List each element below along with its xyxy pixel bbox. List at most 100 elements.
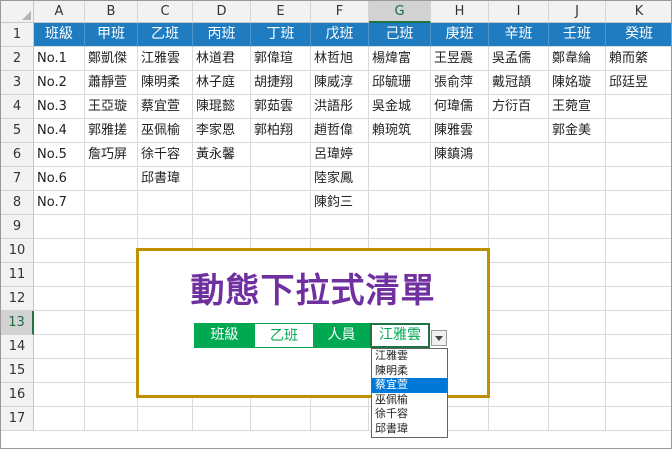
empty-cell[interactable] bbox=[85, 239, 138, 263]
empty-cell[interactable] bbox=[489, 311, 549, 335]
empty-cell[interactable] bbox=[606, 335, 671, 359]
table-cell[interactable]: 邱毓珊 bbox=[369, 71, 431, 95]
empty-cell[interactable] bbox=[606, 383, 671, 407]
table-cell[interactable] bbox=[549, 191, 606, 215]
row-header-3[interactable]: 3 bbox=[1, 71, 34, 95]
empty-cell[interactable] bbox=[85, 311, 138, 335]
table-cell[interactable] bbox=[431, 167, 489, 191]
table-cell[interactable] bbox=[193, 167, 251, 191]
table-cell[interactable]: 林道君 bbox=[193, 47, 251, 71]
table-header-cell[interactable]: 丙班 bbox=[193, 23, 251, 47]
table-cell[interactable]: 何瑋儒 bbox=[431, 95, 489, 119]
empty-cell[interactable] bbox=[606, 407, 671, 431]
empty-cell[interactable] bbox=[606, 311, 671, 335]
table-cell[interactable]: 陳雅雲 bbox=[431, 119, 489, 143]
dropdown-list[interactable]: 江雅雲 陳明柔 蔡宜萱 巫佩榆 徐千容 邱書瑋 bbox=[371, 348, 448, 438]
empty-cell[interactable] bbox=[138, 407, 193, 431]
table-cell[interactable]: 陳鈞三 bbox=[311, 191, 369, 215]
table-cell[interactable]: No.1 bbox=[34, 47, 85, 71]
empty-cell[interactable] bbox=[549, 215, 606, 239]
row-header-15[interactable]: 15 bbox=[1, 359, 34, 383]
empty-cell[interactable] bbox=[193, 407, 251, 431]
table-cell[interactable]: 陳琨懿 bbox=[193, 95, 251, 119]
table-cell[interactable]: 吳金城 bbox=[369, 95, 431, 119]
empty-cell[interactable] bbox=[549, 239, 606, 263]
empty-cell[interactable] bbox=[489, 215, 549, 239]
table-cell[interactable]: No.2 bbox=[34, 71, 85, 95]
empty-cell[interactable] bbox=[85, 287, 138, 311]
row-header-13[interactable]: 13 bbox=[1, 311, 34, 335]
table-cell[interactable]: 邱書瑋 bbox=[138, 167, 193, 191]
table-cell[interactable]: 詹巧屏 bbox=[85, 143, 138, 167]
empty-cell[interactable] bbox=[549, 335, 606, 359]
table-cell[interactable] bbox=[193, 191, 251, 215]
empty-cell[interactable] bbox=[489, 263, 549, 287]
empty-cell[interactable] bbox=[549, 359, 606, 383]
table-cell[interactable]: 李家恩 bbox=[193, 119, 251, 143]
empty-cell[interactable] bbox=[85, 335, 138, 359]
table-cell[interactable]: No.3 bbox=[34, 95, 85, 119]
table-cell[interactable]: 黃永馨 bbox=[193, 143, 251, 167]
table-cell[interactable] bbox=[138, 191, 193, 215]
table-cell[interactable] bbox=[251, 191, 311, 215]
empty-cell[interactable] bbox=[34, 311, 85, 335]
empty-cell[interactable] bbox=[606, 359, 671, 383]
column-header-i[interactable]: I bbox=[489, 1, 549, 23]
row-header-9[interactable]: 9 bbox=[1, 215, 34, 239]
table-cell[interactable]: 陳鎮鴻 bbox=[431, 143, 489, 167]
table-cell[interactable] bbox=[251, 143, 311, 167]
empty-cell[interactable] bbox=[34, 287, 85, 311]
table-cell[interactable]: 陳姳璇 bbox=[549, 71, 606, 95]
table-cell[interactable] bbox=[369, 143, 431, 167]
empty-cell[interactable] bbox=[606, 263, 671, 287]
dropdown-option[interactable]: 江雅雲 bbox=[372, 349, 447, 364]
empty-cell[interactable] bbox=[34, 215, 85, 239]
class-value-cell[interactable]: 乙班 bbox=[255, 323, 313, 348]
row-header-12[interactable]: 12 bbox=[1, 287, 34, 311]
table-cell[interactable]: 郭金美 bbox=[549, 119, 606, 143]
row-header-17[interactable]: 17 bbox=[1, 407, 34, 431]
table-header-cell[interactable]: 乙班 bbox=[138, 23, 193, 47]
table-cell[interactable]: 胡捷翔 bbox=[251, 71, 311, 95]
empty-cell[interactable] bbox=[138, 215, 193, 239]
column-header-c[interactable]: C bbox=[138, 1, 193, 23]
table-cell[interactable]: 郭偉瑄 bbox=[251, 47, 311, 71]
table-header-cell[interactable]: 壬班 bbox=[549, 23, 606, 47]
table-cell[interactable]: 趙哲偉 bbox=[311, 119, 369, 143]
empty-cell[interactable] bbox=[549, 263, 606, 287]
table-cell[interactable]: No.5 bbox=[34, 143, 85, 167]
table-cell[interactable]: No.4 bbox=[34, 119, 85, 143]
table-header-cell[interactable]: 戊班 bbox=[311, 23, 369, 47]
table-cell[interactable] bbox=[369, 191, 431, 215]
table-cell[interactable]: 陳明柔 bbox=[138, 71, 193, 95]
table-cell[interactable] bbox=[549, 167, 606, 191]
table-cell[interactable]: 徐千容 bbox=[138, 143, 193, 167]
table-header-cell[interactable]: 庚班 bbox=[431, 23, 489, 47]
empty-cell[interactable] bbox=[489, 359, 549, 383]
empty-cell[interactable] bbox=[549, 311, 606, 335]
table-cell[interactable]: 林子庭 bbox=[193, 71, 251, 95]
table-cell[interactable]: 洪語彤 bbox=[311, 95, 369, 119]
empty-cell[interactable] bbox=[431, 215, 489, 239]
table-cell[interactable]: 戴冠頡 bbox=[489, 71, 549, 95]
column-header-f[interactable]: F bbox=[311, 1, 369, 23]
empty-cell[interactable] bbox=[34, 263, 85, 287]
empty-cell[interactable] bbox=[549, 383, 606, 407]
table-header-cell[interactable]: 己班 bbox=[369, 23, 431, 47]
row-header-6[interactable]: 6 bbox=[1, 143, 34, 167]
table-cell[interactable] bbox=[489, 167, 549, 191]
row-header-4[interactable]: 4 bbox=[1, 95, 34, 119]
empty-cell[interactable] bbox=[549, 287, 606, 311]
chevron-down-icon[interactable] bbox=[431, 330, 447, 346]
empty-cell[interactable] bbox=[34, 335, 85, 359]
empty-cell[interactable] bbox=[606, 239, 671, 263]
table-header-cell[interactable]: 丁班 bbox=[251, 23, 311, 47]
table-cell[interactable] bbox=[85, 191, 138, 215]
table-cell[interactable]: 王菀宣 bbox=[549, 95, 606, 119]
column-header-a[interactable]: A bbox=[34, 1, 85, 23]
table-cell[interactable]: 蔡宜萱 bbox=[138, 95, 193, 119]
empty-cell[interactable] bbox=[489, 239, 549, 263]
empty-cell[interactable] bbox=[34, 359, 85, 383]
table-cell[interactable]: No.6 bbox=[34, 167, 85, 191]
empty-cell[interactable] bbox=[85, 407, 138, 431]
